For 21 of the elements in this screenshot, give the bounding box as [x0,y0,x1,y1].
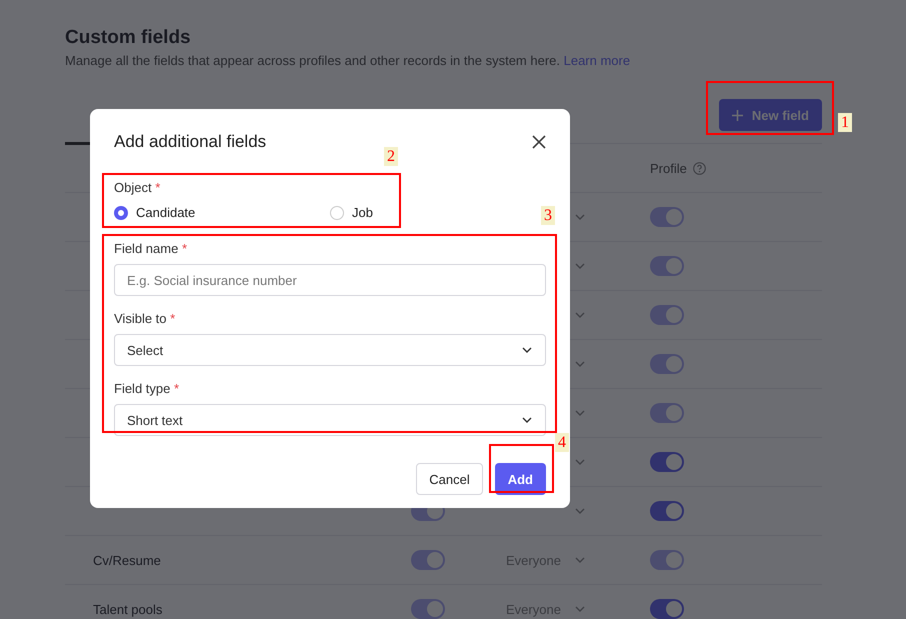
add-button[interactable]: Add [494,463,546,495]
dropdown[interactable]: Short text [114,404,546,436]
field-name: Talent pools [93,602,162,616]
field-name: Cv/Resume [93,552,161,568]
dropdown[interactable]: Select [114,334,546,366]
dialog-title: Add additional fields [114,132,266,152]
page-title: Custom fields [65,27,192,49]
field-label: Object * [114,180,160,196]
field-label: Visible to * [114,311,176,327]
cancel-button[interactable]: Cancel [416,463,483,495]
input-field[interactable]: E.g. Social insurance number [114,264,546,296]
annotation-label: 2 [384,147,398,166]
annotation-label: 4 [555,433,569,452]
annotation-label: 1 [838,113,852,132]
column-header: Profile [650,160,687,176]
field-label: Field type * [114,381,180,397]
annotation-label: 3 [541,206,555,225]
radio-option[interactable]: Job [330,205,373,220]
page-description: Manage all the fields that appear across profiles and other records in the system here. Learn more [65,53,632,69]
field-label: Field name * [114,241,187,257]
radio-option[interactable]: Candidate [114,205,196,220]
